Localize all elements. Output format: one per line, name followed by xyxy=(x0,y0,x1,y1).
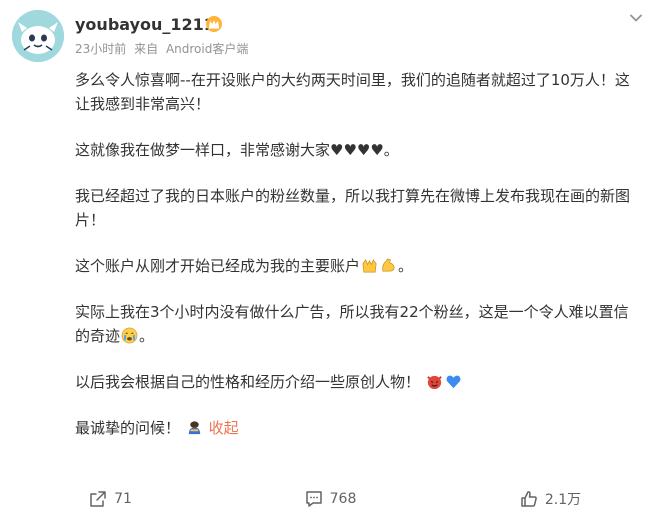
vip-crown-icon[interactable] xyxy=(205,15,223,33)
post-paragraph-2: 这就像我在做梦一样口，非常感谢大家♥♥♥♥。 xyxy=(75,141,399,159)
post-actions: 71 768 2.1万 xyxy=(0,484,660,514)
post-paragraph-4-end: 。 xyxy=(398,257,414,275)
post-paragraph-7: 最诚挚的问候！ 收起 xyxy=(75,416,640,440)
blue-heart-emoji xyxy=(446,375,461,389)
repost-button[interactable]: 71 xyxy=(0,484,220,514)
comment-button[interactable]: 768 xyxy=(220,484,440,514)
comment-count: 768 xyxy=(329,491,357,507)
repost-count: 71 xyxy=(114,491,132,507)
devil-emoji xyxy=(427,375,442,390)
comment-icon xyxy=(305,491,322,507)
post-paragraph-5-end: 。 xyxy=(139,327,155,345)
collapse-link[interactable]: 收起 xyxy=(209,419,239,437)
post-paragraph-6-text: 以后我会根据自己的性格和经历介绍一些原创人物！ xyxy=(75,373,421,391)
post-paragraph-3: 我已经超过了我的日本账户的粉丝数量，所以我打算先在微博上发布我现在画的新图片！ xyxy=(75,187,631,229)
source-prefix: 来自 xyxy=(134,42,159,56)
username[interactable]: youbayou_1211 xyxy=(75,15,215,34)
like-count: 2.1万 xyxy=(544,492,582,508)
repost-icon xyxy=(90,491,106,507)
post-content: 多么令人惊喜啊--在开设账户的大约两天时间里，我们的追随者就超过了10万人！这让… xyxy=(75,68,640,462)
post-paragraph-7-text: 最诚挚的问候！ xyxy=(75,419,181,437)
like-icon xyxy=(521,491,537,507)
chevron-down-icon[interactable] xyxy=(626,8,646,28)
post-paragraph-4-text: 这个账户从刚才开始已经成为我的主要账户 xyxy=(75,257,361,275)
post-time[interactable]: 23小时前 xyxy=(75,42,126,56)
post-paragraph-6: 以后我会根据自己的性格和经历介绍一些原创人物！ xyxy=(75,370,640,394)
post-paragraph-4: 这个账户从刚才开始已经成为我的主要账户 。 xyxy=(75,254,640,278)
crying-face-emoji xyxy=(121,327,138,344)
flexed-biceps-emoji xyxy=(382,258,395,272)
avatar[interactable] xyxy=(12,10,64,62)
like-button[interactable]: 2.1万 xyxy=(440,484,660,514)
avatar-icon xyxy=(12,10,64,62)
post-meta: 23小时前 来自 Android客户端 xyxy=(75,40,252,57)
post-paragraph-5-text: 实际上我在3个小时内没有做什么广告，所以我有22个粉丝，这是一个令人难以置信的奇… xyxy=(75,303,629,345)
post-paragraph-1: 多么令人惊喜啊--在开设账户的大约两天时间里，我们的追随者就超过了10万人！这让… xyxy=(75,71,630,113)
post-source[interactable]: Android客户端 xyxy=(166,42,248,56)
bowing-person-emoji xyxy=(188,421,200,435)
raising-hands-emoji xyxy=(362,259,377,273)
post-paragraph-5: 实际上我在3个小时内没有做什么广告，所以我有22个粉丝，这是一个令人难以置信的奇… xyxy=(75,300,640,348)
